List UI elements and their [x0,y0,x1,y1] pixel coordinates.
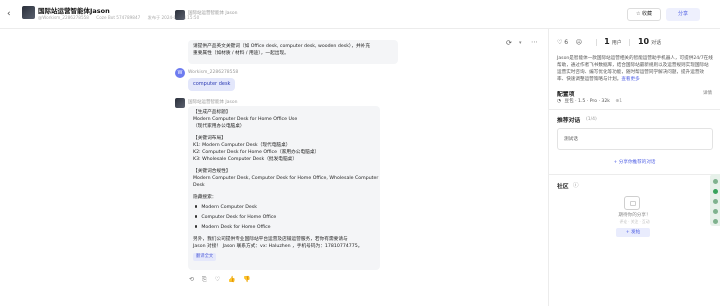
message-line: Modern Computer Desk for Home Office Use [193,117,298,122]
user-message: computer desk [188,78,236,91]
recommended-title: 推荐对话 [557,118,581,124]
section-heading: 【生成产品标题】 [193,110,231,115]
section-divider [549,109,720,110]
bot-info-panel: ♡ 6 ☹ 1 用户 10 对话 Jason是智能体一款国际站运营相关的智能运营助手… [549,29,720,306]
bot-description: Jason是智能体一款国际站运营相关的智能运营助手机器人，可提供24/7在线帮助… [557,56,713,82]
dislike-icon[interactable]: ☹ [576,39,582,46]
bot-avatar [175,98,185,108]
list-item: Modern Desk for Home Office [193,224,375,231]
uses-count: 1 [604,37,610,46]
bot-stats: ♡ 6 ☹ 1 用户 10 对话 [557,37,661,46]
top-header: ‹ 国际站运营智能体Jason @Workism_2286278558 Coze… [0,0,720,29]
translate-chip[interactable]: 翻译全文 [193,253,217,261]
message-line: （现代家用办公电脑桌） [193,124,245,129]
toolbar-dot[interactable] [712,209,718,214]
model-info: ◔ 豆包 · 1.5 · Pro · 32k ⊕1 [557,99,623,104]
message-line: 另外，我们公司提供专业国际站平台运营及店铺运营服务，若你有需要请与 [193,237,348,242]
turns-count: 10 [637,37,650,46]
turns-label: 对话 [651,40,662,46]
message-line: 请提供产品英文关键词（如 Office desk, computer desk,… [193,44,371,49]
empty-box-icon [624,196,640,210]
section-heading: 【关键词合规性】 [193,169,231,174]
list-item: Computer Desk for Home Office [193,214,375,221]
publish-button[interactable]: + 发帖 [616,228,650,237]
recommended-item[interactable]: 测试话 [557,128,713,150]
regenerate-icon[interactable]: ⟲ [189,276,194,283]
like-icon[interactable]: ♡ 6 [557,39,568,46]
toolbar-dot[interactable] [712,199,718,204]
chevron-down-icon[interactable]: ▾ [519,40,522,46]
share-button[interactable]: 分享 [666,8,700,21]
model-icon: ◔ [557,99,562,104]
copy-icon[interactable]: ⎘ [202,276,207,283]
message-actions: ⟲ ⎘ ♡ 👍 👎 [189,276,257,284]
uses-label: 用户 [611,40,622,46]
user-avatar: W [175,68,185,78]
bot-message: 请提供产品英文关键词（如 Office desk, computer desk,… [188,40,398,64]
see-more-link[interactable]: 查看更多 [621,77,639,82]
section-heading: 【关键词布局】 [193,136,226,141]
toolbar-dot[interactable] [712,219,718,224]
floating-toolbar[interactable] [710,174,720,226]
sender-name: 国际站运营智能体 Jason [188,100,238,105]
message-line: K1: Modern Computer Desk（现代电脑桌） [193,143,291,148]
section-divider [549,174,720,175]
back-icon[interactable]: ‹ [7,9,15,19]
message-line: Desk [193,183,205,188]
toolbar-dot[interactable] [712,179,718,184]
thumbs-up-icon[interactable]: 👍 [228,276,235,283]
message-line: K3: Wholesale Computer Desk（批发电脑桌） [193,157,298,162]
message-line: 重要属性（如材质 / 材料 / 用途），一起出现。 [193,51,289,56]
message-line: Modern Computer Desk, Computer Desk for … [193,176,379,181]
info-icon[interactable]: ⓘ [573,181,579,189]
empty-text: 期待你的分享！ [618,213,651,218]
empty-subtext: 评论 · 关注 · 互动 [619,219,650,224]
favorite-icon[interactable]: ♡ [215,276,220,283]
bot-avatar [22,6,35,19]
meta-id: Coze Bot 574789847 [96,15,141,20]
config-detail-link[interactable]: 详情 [703,90,712,96]
message-line: Jason 对接！ Jason 联系方式：vx: Haluzhen ，手机号码为… [193,244,363,249]
sender-name: 国际站运营智能体 Jason [188,11,238,16]
model-extra: ⊕1 [615,99,623,104]
bot-avatar [175,10,185,20]
meta-author: @Workism_2286278558 [38,15,89,20]
sender-name: Workism_2286278558 [188,70,239,75]
thumbs-down-icon[interactable]: 👎 [243,276,250,283]
more-icon[interactable]: ⋯ [531,38,538,46]
recommended-count: (1/4) [586,117,597,122]
page-title: 国际站运营智能体Jason [38,7,110,15]
config-title: 配置项 [557,92,575,98]
list-item: Modern Computer Desk [193,204,375,211]
add-recommended-button[interactable]: + 分享你推荐的对话 [549,159,720,165]
message-line: K2: Computer Desk for Home Office（家用办公电脑… [193,150,320,155]
section-heading: 隐藏搜索： [193,195,217,200]
toolbar-dot[interactable] [712,189,718,194]
favorite-button[interactable]: ☆ 收藏 [627,8,661,21]
bot-message: 【生成产品标题】 Modern Computer Desk for Home O… [188,106,380,270]
community-title: 社区 [557,184,569,190]
refresh-icon[interactable]: ⟳ [506,39,516,49]
